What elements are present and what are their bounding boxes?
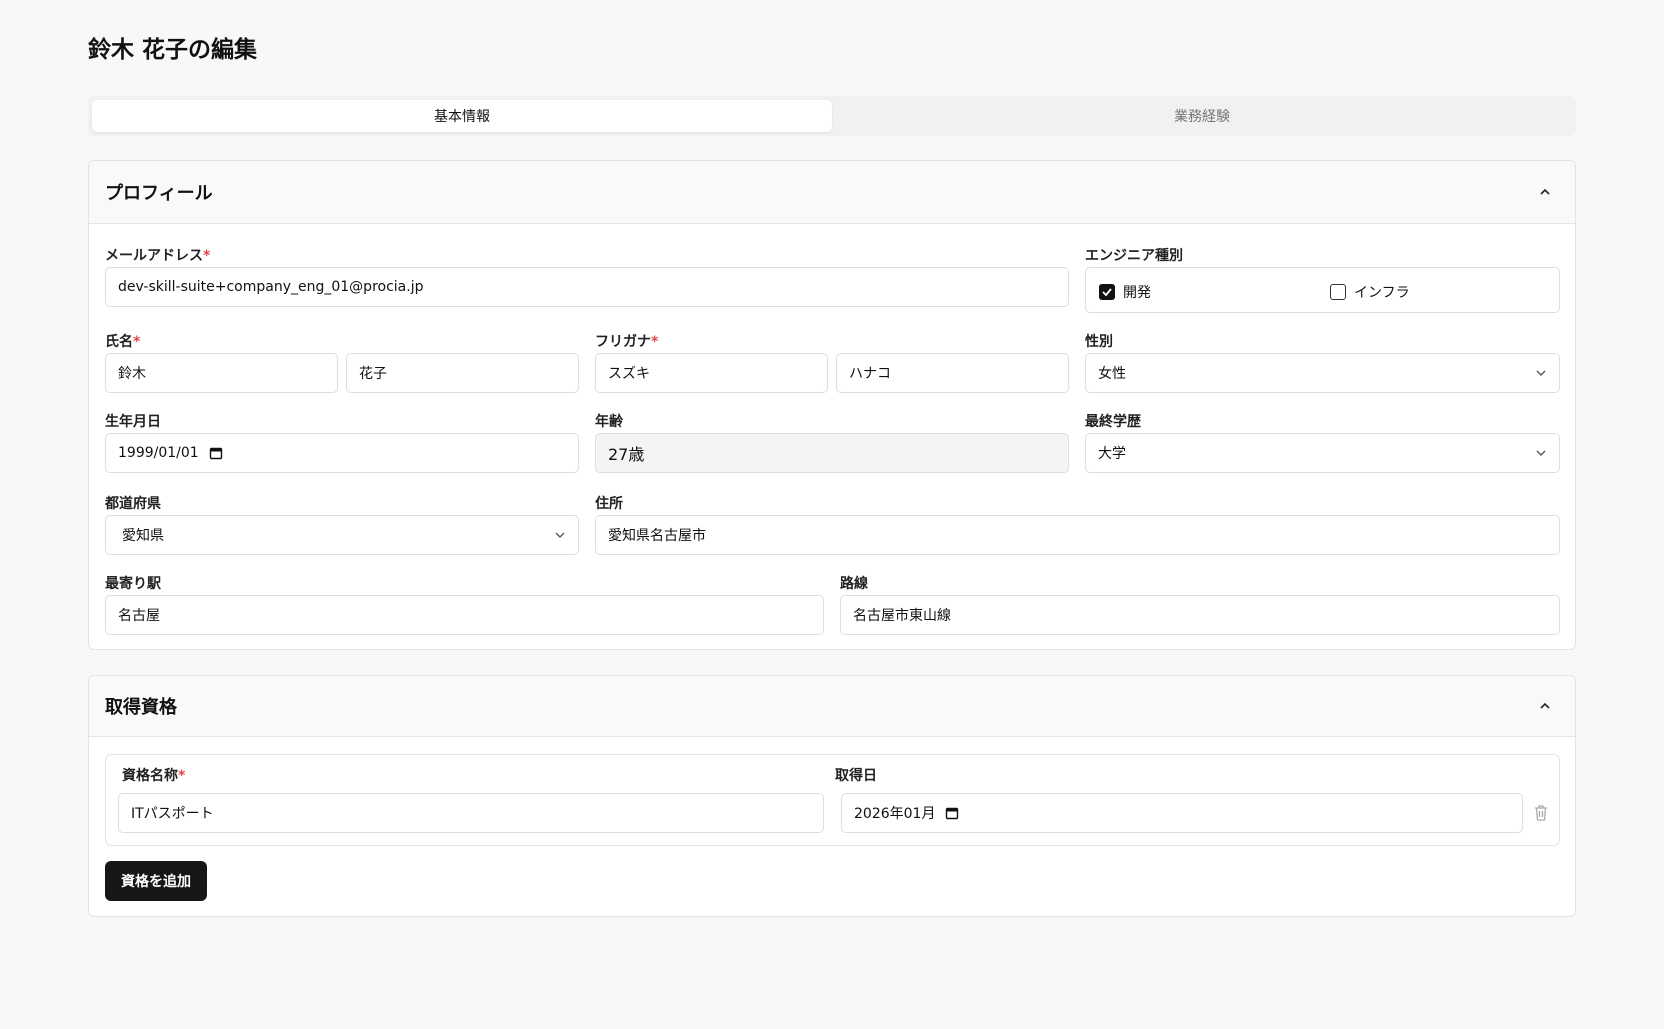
check-icon — [1102, 288, 1112, 297]
birthdate-value: 1999/01/01 — [118, 445, 199, 461]
first-name-field[interactable] — [346, 353, 579, 393]
page-title: 鈴木 花子の編集 — [88, 37, 258, 63]
birthdate-label: 生年月日 — [105, 414, 161, 430]
first-name-input[interactable] — [359, 365, 566, 381]
qualification-name-input[interactable] — [131, 805, 811, 821]
qualification-name-field[interactable] — [118, 793, 824, 833]
gender-select[interactable]: 女性 — [1085, 353, 1560, 393]
education-label: 最終学歴 — [1085, 414, 1141, 430]
chevron-down-icon — [1536, 370, 1546, 376]
line-field[interactable] — [840, 595, 1560, 635]
chevron-up-icon — [1540, 702, 1550, 709]
chevron-down-icon — [555, 532, 565, 538]
address-field[interactable] — [595, 515, 1560, 555]
station-label: 最寄り駅 — [105, 576, 161, 592]
profile-card-header: プロフィール — [89, 161, 1575, 224]
engineer-type-label: エンジニア種別 — [1085, 248, 1183, 264]
engineer-type-group: 開発 インフラ — [1085, 267, 1560, 313]
line-label: 路線 — [840, 576, 868, 592]
qualification-row: 資格名称* 取得日 2026年01月 — [105, 754, 1560, 846]
tab-work-experience[interactable]: 業務経験 — [832, 100, 1572, 132]
last-kana-field[interactable] — [595, 353, 828, 393]
station-input[interactable] — [118, 607, 811, 623]
age-label: 年齢 — [595, 414, 623, 430]
prefecture-label: 都道府県 — [105, 496, 161, 512]
last-name-field[interactable] — [105, 353, 338, 393]
email-input[interactable] — [118, 279, 1056, 295]
qualification-date-field[interactable]: 2026年01月 — [841, 793, 1523, 833]
age-field: 27歳 — [595, 433, 1069, 473]
first-kana-input[interactable] — [849, 365, 1056, 381]
line-input[interactable] — [853, 607, 1547, 623]
checkbox-unchecked[interactable] — [1330, 284, 1346, 300]
chevron-down-icon — [1536, 450, 1546, 456]
prefecture-select[interactable]: 愛知県 — [105, 515, 579, 555]
prefecture-value: 愛知県 — [122, 528, 164, 544]
checkbox-checked[interactable] — [1099, 284, 1115, 300]
gender-label: 性別 — [1085, 334, 1113, 350]
profile-card-title: プロフィール — [105, 183, 213, 204]
kana-label: フリガナ* — [595, 334, 659, 350]
last-name-input[interactable] — [118, 365, 325, 381]
calendar-icon[interactable] — [945, 806, 959, 820]
email-label: メールアドレス* — [105, 248, 211, 264]
delete-qualification-button[interactable] — [1533, 804, 1549, 826]
add-qualification-button[interactable]: 資格を追加 — [105, 861, 207, 901]
qualification-name-label: 資格名称* — [122, 768, 186, 784]
tab-basic-info[interactable]: 基本情報 — [92, 100, 832, 132]
engineer-type-dev-label: 開発 — [1123, 285, 1151, 301]
engineer-type-dev-checkbox[interactable]: 開発 — [1099, 282, 1151, 302]
qualifications-card: 取得資格 資格名称* 取得日 2026年01月 資格を追加 — [88, 675, 1576, 917]
chevron-up-icon — [1540, 188, 1550, 195]
email-field[interactable] — [105, 267, 1069, 307]
education-select[interactable]: 大学 — [1085, 433, 1560, 473]
calendar-icon[interactable] — [209, 446, 223, 460]
engineer-type-infra-checkbox[interactable]: インフラ — [1330, 282, 1410, 302]
qualification-date-label: 取得日 — [835, 768, 877, 784]
name-label: 氏名* — [105, 334, 141, 350]
profile-collapse-button[interactable] — [1531, 178, 1559, 206]
education-value: 大学 — [1098, 446, 1126, 462]
birthdate-field[interactable]: 1999/01/01 — [105, 433, 579, 473]
qualifications-card-header: 取得資格 — [89, 676, 1575, 737]
profile-card: プロフィール メールアドレス* エンジニア種別 開発 インフラ 氏名* — [88, 160, 1576, 650]
qualifications-card-title: 取得資格 — [105, 697, 177, 718]
engineer-type-infra-label: インフラ — [1354, 285, 1410, 301]
address-label: 住所 — [595, 496, 623, 512]
station-field[interactable] — [105, 595, 824, 635]
tab-list: 基本情報 業務経験 — [88, 96, 1576, 136]
trash-icon — [1535, 805, 1547, 821]
qualification-date-value: 2026年01月 — [854, 806, 936, 822]
first-kana-field[interactable] — [836, 353, 1069, 393]
qualifications-collapse-button[interactable] — [1531, 692, 1559, 720]
gender-value: 女性 — [1098, 366, 1126, 382]
address-input[interactable] — [608, 527, 1547, 543]
last-kana-input[interactable] — [608, 365, 815, 381]
